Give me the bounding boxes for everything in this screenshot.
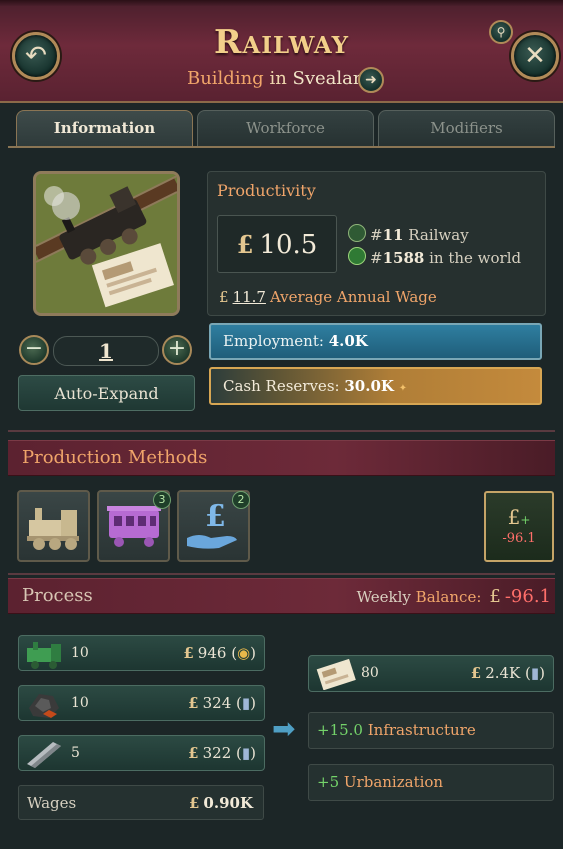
auto-expand-button[interactable]: Auto-Expand bbox=[18, 375, 195, 411]
process-title: Process bbox=[22, 585, 93, 606]
method-badge-passenger: 3 bbox=[153, 491, 171, 509]
engines-icon bbox=[27, 642, 61, 669]
tab-underline bbox=[8, 146, 555, 148]
building-title: Railway bbox=[213, 22, 350, 61]
productivity-label: Productivity bbox=[217, 181, 316, 200]
divider bbox=[8, 430, 555, 432]
pound-plus-icon: £+ bbox=[507, 505, 531, 529]
steel-icon bbox=[27, 742, 61, 768]
wages-label: Wages bbox=[27, 794, 77, 812]
increase-level-button[interactable]: + bbox=[162, 335, 192, 365]
production-methods-title: Production Methods bbox=[22, 447, 208, 468]
tab-modifiers[interactable]: Modifiers bbox=[378, 110, 555, 147]
divider bbox=[8, 573, 555, 575]
wages-row[interactable]: Wages £0.90K bbox=[18, 785, 264, 820]
input-engines[interactable]: 10 £946 (◉) bbox=[18, 635, 265, 671]
output-transportation[interactable]: 80 £2.4K (▮) bbox=[308, 655, 554, 692]
input-coal[interactable]: 10 £324 (▮) bbox=[18, 685, 265, 721]
building-image bbox=[33, 171, 180, 316]
weekly-balance-value: -96.1 bbox=[502, 531, 536, 546]
transportation-ticket-icon bbox=[316, 658, 356, 690]
coins-stack-icon: ◉ bbox=[237, 644, 251, 662]
employment-bar[interactable]: Employment: 4.0K bbox=[209, 323, 542, 360]
steam-locomotive-icon bbox=[27, 508, 79, 550]
svg-text:£: £ bbox=[205, 499, 226, 534]
average-wage: £11.7 Average Annual Wage bbox=[219, 288, 437, 306]
go-to-location-button[interactable]: ➜ bbox=[358, 67, 384, 93]
coins-small-icon: ▮ bbox=[241, 694, 251, 712]
tab-information[interactable]: Information bbox=[16, 110, 193, 147]
building-type-label: Building bbox=[186, 68, 264, 89]
railway-illustration-icon bbox=[36, 174, 177, 313]
coal-icon bbox=[29, 694, 59, 718]
process-arrow-icon: ➡ bbox=[272, 712, 296, 745]
production-method-base[interactable] bbox=[17, 490, 90, 562]
average-wage-value: 11.7 bbox=[232, 288, 266, 306]
output-urbanization: +5 Urbanization bbox=[308, 764, 554, 801]
rank-world: #1588 in the world bbox=[348, 247, 521, 267]
rank-arrow-icon bbox=[348, 224, 366, 242]
input-steel[interactable]: 5 £322 (▮) bbox=[18, 735, 265, 771]
pound-icon: £ bbox=[489, 586, 501, 607]
arrow-right-icon: ➜ bbox=[365, 72, 377, 88]
building-subtitle: Building in Svealand bbox=[186, 68, 377, 89]
wages-value: £0.90K bbox=[188, 794, 253, 812]
tab-workforce[interactable]: Workforce bbox=[197, 110, 374, 147]
coins-small-icon: ▮ bbox=[530, 664, 540, 682]
coins-small-icon: ▮ bbox=[241, 744, 251, 762]
sparkle-icon: ✦ bbox=[398, 383, 408, 394]
plus-icon: + bbox=[167, 336, 187, 361]
building-level-value[interactable]: 1 bbox=[53, 336, 159, 366]
productivity-value: £10.5 bbox=[217, 215, 337, 273]
method-badge-ownership: 2 bbox=[232, 491, 250, 509]
weekly-balance: Weekly Balance: £ -96.1 bbox=[356, 586, 551, 607]
cash-reserves-bar[interactable]: Cash Reserves: 30.0K ✦ bbox=[209, 367, 542, 405]
rank-railway: #11 Railway bbox=[348, 224, 469, 244]
pound-icon: £ bbox=[236, 230, 254, 259]
minus-icon: − bbox=[24, 336, 44, 361]
weekly-balance-box[interactable]: £+ -96.1 bbox=[484, 491, 554, 562]
pound-icon: £ bbox=[219, 288, 229, 306]
output-infrastructure: +15.0 Infrastructure bbox=[308, 712, 554, 749]
rank-up-icon bbox=[348, 247, 366, 265]
decrease-level-button[interactable]: − bbox=[19, 335, 49, 365]
